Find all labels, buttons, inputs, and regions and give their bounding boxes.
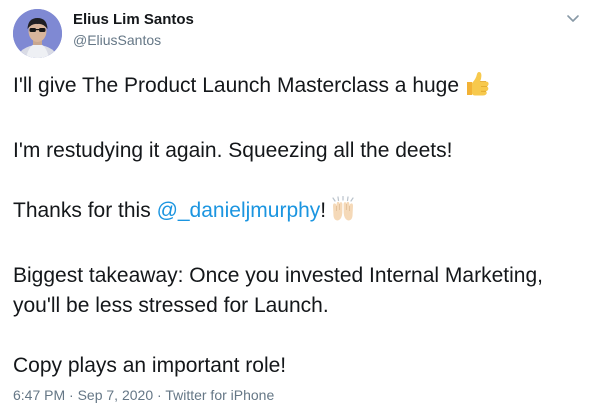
tweet-line: I'll give The Product Launch Masterclass…	[13, 71, 583, 106]
chevron-down-icon	[567, 15, 579, 22]
tweet-line-text: Biggest takeaway: Once you invested Inte…	[13, 264, 543, 317]
raising-hands-emoji-icon	[330, 195, 356, 231]
author-block[interactable]: Elius Lim Santos @EliusSantos	[73, 11, 194, 49]
tweet-menu-button[interactable]	[565, 12, 581, 24]
tweet-line: I'm restudying it again. Squeezing all t…	[13, 136, 583, 166]
tweet-line-text: !	[320, 199, 327, 222]
tweet-text: I'll give The Product Launch Masterclass…	[13, 71, 583, 381]
tweet-line-text: I'll give The Product Launch Masterclass…	[13, 74, 460, 97]
tweet-line-text: Thanks for this	[13, 199, 157, 222]
author-handle[interactable]: @EliusSantos	[73, 31, 194, 49]
tweet-line: Copy plays an important role!	[13, 351, 583, 381]
meta-separator: ·	[65, 387, 78, 403]
tweet-line-text: I'm restudying it again. Squeezing all t…	[13, 139, 453, 162]
tweet-line-text: Copy plays an important role!	[13, 354, 287, 377]
tweet-line: Thanks for this @_danieljmurphy!	[13, 195, 583, 231]
thumbs-up-emoji-icon	[463, 71, 491, 106]
avatar[interactable]	[13, 9, 62, 58]
tweet-date[interactable]: Sep 7, 2020	[78, 387, 154, 403]
tweet-source[interactable]: Twitter for iPhone	[165, 387, 274, 403]
mention-link[interactable]: @_danieljmurphy	[157, 199, 321, 222]
author-display-name[interactable]: Elius Lim Santos	[73, 11, 194, 29]
tweet-line: Biggest takeaway: Once you invested Inte…	[13, 261, 583, 321]
meta-separator: ·	[153, 387, 166, 403]
profile-photo-icon	[13, 9, 62, 58]
tweet-time[interactable]: 6:47 PM	[13, 387, 65, 403]
tweet-meta: 6:47 PM · Sep 7, 2020 · Twitter for iPho…	[13, 386, 274, 404]
